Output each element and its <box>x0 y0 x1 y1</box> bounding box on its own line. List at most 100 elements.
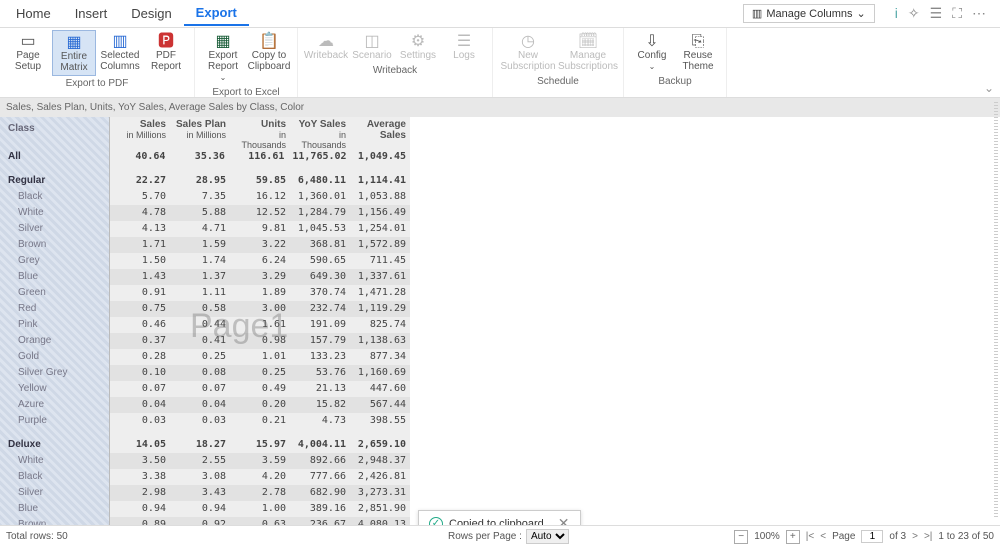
pin-icon[interactable]: ✧ <box>908 5 920 22</box>
column-header[interactable]: Unitsin Thousands <box>230 117 290 149</box>
cell: 2,948.37 <box>350 453 410 469</box>
cell: 1,156.49 <box>350 205 410 221</box>
cell: 3.22 <box>230 237 290 253</box>
logs-button[interactable]: ☰Logs <box>442 30 486 63</box>
writeback-button[interactable]: ☁Writeback <box>304 30 348 63</box>
total-rows-label: Total rows: 50 <box>6 531 68 542</box>
cell: 22.27 <box>110 173 170 189</box>
cell: 191.09 <box>290 317 350 333</box>
cell: 4.13 <box>110 221 170 237</box>
cell: 1,360.01 <box>290 189 350 205</box>
info-icon[interactable]: i <box>895 5 898 22</box>
cell: 0.98 <box>230 333 290 349</box>
last-page-button[interactable]: >| <box>924 531 932 542</box>
cell: 649.30 <box>290 269 350 285</box>
ribbon: ▭Page Setup ▦Entire Matrix ▥Selected Col… <box>0 28 1000 98</box>
collapse-ribbon-icon[interactable]: ⌄ <box>984 81 994 95</box>
scenario-icon: ◫ <box>364 32 379 50</box>
first-page-button[interactable]: |< <box>806 531 814 542</box>
column-header[interactable]: YoY Salesin Thousands <box>290 117 350 149</box>
row-label[interactable]: White <box>0 453 109 469</box>
export-report-button[interactable]: ▦Export Report⌄ <box>201 30 245 85</box>
chevron-down-icon: ⌄ <box>857 7 866 20</box>
row-label[interactable]: Deluxe <box>0 437 109 453</box>
pdf-report-button[interactable]: 🅿PDF Report <box>144 30 188 76</box>
new-subscription-button[interactable]: ◷New Subscription <box>499 30 557 74</box>
settings-button[interactable]: ⚙Settings <box>396 30 440 63</box>
column-header[interactable]: Salesin Millions <box>110 117 170 149</box>
entire-matrix-button[interactable]: ▦Entire Matrix <box>52 30 96 76</box>
row-label[interactable]: Brown <box>0 237 109 253</box>
cell: 21.13 <box>290 381 350 397</box>
row-label[interactable]: White <box>0 205 109 221</box>
selected-columns-button[interactable]: ▥Selected Columns <box>98 30 142 76</box>
cell: 133.23 <box>290 349 350 365</box>
tab-home[interactable]: Home <box>4 2 63 25</box>
more-icon[interactable]: ⋯ <box>972 5 986 22</box>
tab-insert[interactable]: Insert <box>63 2 120 25</box>
manage-columns-dropdown[interactable]: ▥ Manage Columns ⌄ <box>743 4 875 23</box>
cell: 0.28 <box>110 349 170 365</box>
rows-per-page-select[interactable]: Auto <box>526 529 569 544</box>
cell: 567.44 <box>350 397 410 413</box>
cell: 1,049.45 <box>351 149 410 165</box>
cell: 1.37 <box>170 269 230 285</box>
cell: 5.70 <box>110 189 170 205</box>
copy-clipboard-button[interactable]: 📋Copy to Clipboard <box>247 30 291 85</box>
table-row: 4.134.719.811,045.531,254.01 <box>110 221 410 237</box>
row-label[interactable]: Purple <box>0 413 109 429</box>
row-label[interactable]: Green <box>0 285 109 301</box>
table-row: 3.502.553.59892.662,948.37 <box>110 453 410 469</box>
cell: 1.11 <box>170 285 230 301</box>
column-header[interactable]: Average Sales <box>350 117 410 149</box>
cell: 2,426.81 <box>350 469 410 485</box>
config-button[interactable]: ⇩Config⌄ <box>630 30 674 74</box>
tab-design[interactable]: Design <box>119 2 183 25</box>
logs-icon: ☰ <box>457 32 471 50</box>
focus-icon[interactable]: ⛶ <box>952 5 962 22</box>
zoom-out-button[interactable]: − <box>734 530 748 544</box>
tab-export[interactable]: Export <box>184 1 249 26</box>
row-label[interactable]: Blue <box>0 501 109 517</box>
row-label[interactable]: Gold <box>0 349 109 365</box>
row-label[interactable]: Orange <box>0 333 109 349</box>
scenario-button[interactable]: ◫Scenario <box>350 30 394 63</box>
cell: 0.20 <box>230 397 290 413</box>
cell: 1,254.01 <box>350 221 410 237</box>
row-label[interactable]: Blue <box>0 269 109 285</box>
filter-icon[interactable]: ☰ <box>930 5 943 22</box>
pdf-icon: 🅿 <box>158 32 174 50</box>
cell: 3.08 <box>170 469 230 485</box>
row-label[interactable]: Black <box>0 469 109 485</box>
cell: 0.25 <box>170 349 230 365</box>
cell: 3.50 <box>110 453 170 469</box>
page-setup-button[interactable]: ▭Page Setup <box>6 30 50 76</box>
page-input[interactable] <box>861 530 883 543</box>
cell: 0.21 <box>230 413 290 429</box>
cell: 370.74 <box>290 285 350 301</box>
row-label[interactable]: Pink <box>0 317 109 333</box>
reuse-theme-button[interactable]: ⎘Reuse Theme <box>676 30 720 74</box>
cell: 1,337.61 <box>350 269 410 285</box>
row-label[interactable]: Red <box>0 301 109 317</box>
excel-icon: ▦ <box>215 32 230 50</box>
cell: 4,004.11 <box>290 437 350 453</box>
cell: 4.78 <box>110 205 170 221</box>
row-label[interactable]: Black <box>0 189 109 205</box>
row-label[interactable]: Silver Grey <box>0 365 109 381</box>
row-label[interactable]: Azure <box>0 397 109 413</box>
row-label[interactable]: Yellow <box>0 381 109 397</box>
zoom-in-button[interactable]: + <box>786 530 800 544</box>
row-label[interactable]: Silver <box>0 485 109 501</box>
row-label[interactable]: All <box>0 149 109 165</box>
row-label[interactable]: Grey <box>0 253 109 269</box>
column-header[interactable]: Sales Planin Millions <box>170 117 230 149</box>
page-label: Page <box>832 531 855 542</box>
cell: 0.49 <box>230 381 290 397</box>
row-label[interactable]: Silver <box>0 221 109 237</box>
prev-page-button[interactable]: < <box>820 531 826 542</box>
next-page-button[interactable]: > <box>912 531 918 542</box>
row-label[interactable]: Regular <box>0 173 109 189</box>
manage-subscriptions-button[interactable]: 🗓Manage Subscriptions <box>559 30 617 74</box>
cell: 0.03 <box>110 413 170 429</box>
